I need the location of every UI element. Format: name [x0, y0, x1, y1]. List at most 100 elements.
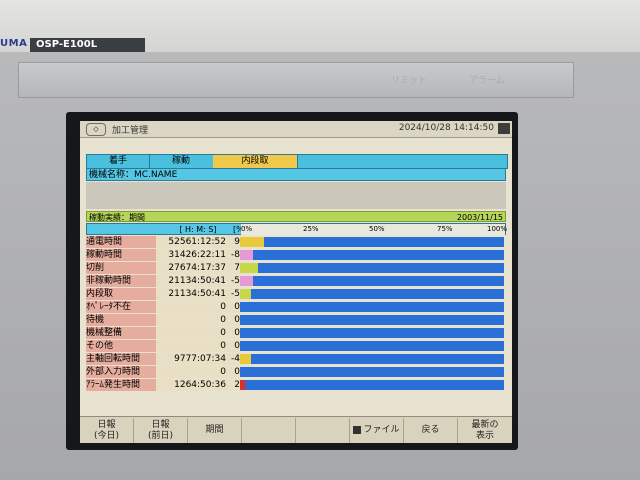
fkey-8-line2: 表示: [475, 431, 494, 441]
row-time: 0: [156, 301, 228, 313]
table-row: 機械整備 0 0: [86, 327, 506, 339]
row-bar-track: [240, 276, 504, 286]
row-label: 稼動時間: [86, 249, 156, 261]
file-icon: [353, 425, 362, 434]
table-row: 切削 27674:17:37 7: [86, 262, 506, 274]
tab-running[interactable]: 稼動: [149, 155, 214, 168]
row-bar-fill: [240, 289, 251, 299]
fkey-refresh[interactable]: 最新の 表示: [458, 418, 512, 443]
tick-100: 100%: [487, 225, 508, 233]
row-label: 待機: [86, 314, 156, 326]
brand-logo: UMA: [0, 38, 28, 49]
status-tabs: 着手 稼動 内段取: [86, 154, 508, 169]
row-percent: 2: [228, 379, 240, 391]
fkey-blank-5[interactable]: [296, 418, 350, 443]
row-label: 通電時間: [86, 236, 156, 248]
row-bar-fill: [240, 276, 254, 286]
row-time: 9777:07:34: [156, 353, 228, 365]
row-percent: 0: [228, 314, 240, 326]
row-bar-track: [240, 237, 504, 247]
tick-0: 0%: [241, 225, 253, 233]
col-hms: [ H: M: S]: [179, 225, 217, 234]
row-time: 52561:12:52: [156, 236, 228, 248]
percent-scale: 0% 25% 50% 75% 100%: [241, 224, 508, 235]
fkey-1-line2: (今日): [93, 431, 120, 441]
led-label-alarm: アラーム: [469, 76, 505, 86]
table-row: 主軸回転時間 9777:07:34 -4: [86, 353, 506, 365]
table-row: ｱﾗｰﾑ発生時間 1264:50:36 2: [86, 379, 506, 391]
row-bar-track: [240, 354, 504, 364]
row-label: ｱﾗｰﾑ発生時間: [86, 379, 156, 391]
fkey-blank-4[interactable]: [242, 418, 296, 443]
row-percent: 0: [228, 327, 240, 339]
section-title: 稼動実績：期間: [89, 213, 145, 222]
table-row: 稼動時間 31426:22:11 -8: [86, 249, 506, 261]
tick-25: 25%: [303, 225, 319, 233]
row-percent: -5: [228, 288, 240, 300]
row-bar-track: [240, 328, 504, 338]
fkey-3-label: 期間: [205, 425, 224, 435]
info-area: [86, 182, 506, 209]
table-row: 待機 0 0: [86, 314, 506, 326]
fkey-back[interactable]: 戻る: [404, 418, 458, 443]
row-time: 1264:50:36: [156, 379, 228, 391]
fkey-8-line1: 最新の: [471, 420, 499, 430]
row-label: 非稼動時間: [86, 275, 156, 287]
row-bar-track: [240, 367, 504, 377]
row-bar-track: [240, 380, 504, 390]
led-label-limit: リミット: [391, 76, 428, 86]
row-label: 外部入力時間: [86, 366, 156, 378]
row-label: ｵﾍﾟﾚｰﾀ不在: [86, 301, 156, 313]
row-time: 21134:50:41: [156, 288, 228, 300]
model-label: OSP-E100L: [30, 38, 145, 52]
row-bar-fill: [240, 263, 259, 273]
cnc-screen: ◇ 加工管理 2024/10/28 14:14:50 着手 稼動 内段取 機械名…: [80, 121, 512, 443]
fkey-period[interactable]: 期間: [188, 418, 242, 443]
row-bar-track: [240, 289, 504, 299]
row-label: その他: [86, 340, 156, 352]
row-bar-track: [240, 263, 504, 273]
row-time: 0: [156, 340, 228, 352]
tab-setup[interactable]: 内段取: [213, 155, 298, 168]
row-bar-track: [240, 341, 504, 351]
row-bar-fill: [240, 250, 254, 260]
machine-icon: ◇: [86, 123, 106, 136]
row-label: 内段取: [86, 288, 156, 300]
fkey-2-line1: 日報: [151, 420, 170, 430]
row-bar-track: [240, 315, 504, 325]
fkey-daily-yesterday[interactable]: 日報 (前日): [134, 418, 188, 443]
row-percent: 0: [228, 366, 240, 378]
row-time: 31426:22:11: [156, 249, 228, 261]
fkey-2-line2: (前日): [147, 431, 174, 441]
fkey-file[interactable]: ファイル: [350, 418, 404, 443]
row-percent: 7: [228, 262, 240, 274]
row-percent: 9: [228, 236, 240, 248]
table-row: 外部入力時間 0 0: [86, 366, 506, 378]
tick-75: 75%: [437, 225, 453, 233]
row-percent: -8: [228, 249, 240, 261]
row-time: 21134:50:41: [156, 275, 228, 287]
row-bar-fill: [240, 380, 246, 390]
table-row: 通電時間 52561:12:52 9: [86, 236, 506, 248]
row-percent: -5: [228, 275, 240, 287]
row-label: 機械整備: [86, 327, 156, 339]
row-time: 27674:17:37: [156, 262, 228, 274]
function-key-bar: 日報 (今日) 日報 (前日) 期間 ファイル 戻る 最新の 表示: [80, 416, 512, 443]
row-time: 0: [156, 314, 228, 326]
fkey-1-line1: 日報: [97, 420, 116, 430]
row-percent: 0: [228, 340, 240, 352]
table-row: ｵﾍﾟﾚｰﾀ不在 0 0: [86, 301, 506, 313]
table-row: 非稼動時間 21134:50:41 -5: [86, 275, 506, 287]
table-row: 内段取 21134:50:41 -5: [86, 288, 506, 300]
row-label: 切削: [86, 262, 156, 274]
row-bar-fill: [240, 237, 264, 247]
fkey-daily-today[interactable]: 日報 (今日): [80, 418, 134, 443]
section-header: 稼動実績：期間 2003/11/15: [86, 211, 506, 222]
datetime: 2024/10/28 14:14:50: [398, 123, 494, 133]
tick-50: 50%: [369, 225, 385, 233]
row-percent: 0: [228, 301, 240, 313]
tab-start[interactable]: 着手: [87, 155, 150, 168]
led-strip: リミット アラーム: [18, 62, 574, 98]
row-percent: -4: [228, 353, 240, 365]
column-header: [ H: M: S] [%] 0% 25% 50% 75% 100%: [86, 223, 508, 235]
